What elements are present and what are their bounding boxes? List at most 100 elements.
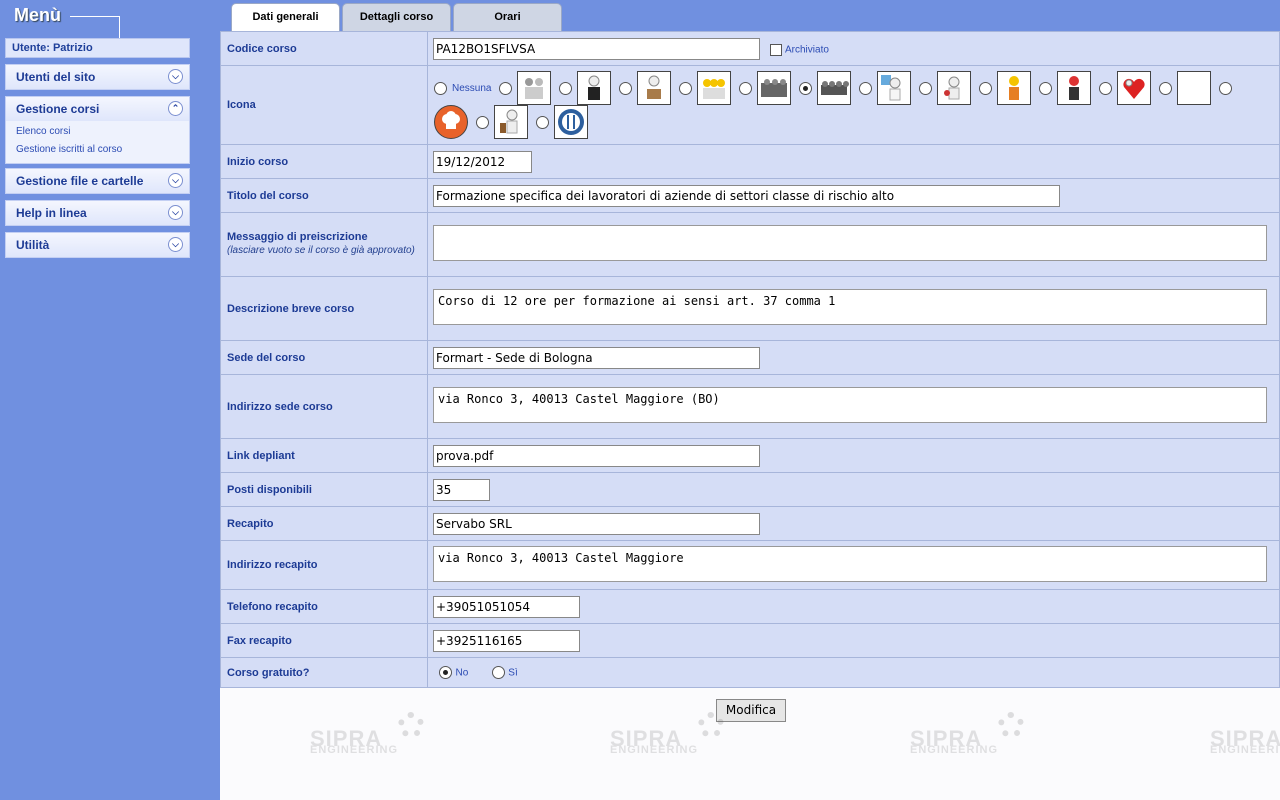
- businessman-icon[interactable]: [577, 71, 612, 105]
- sidebar-section-gestione-file[interactable]: Gestione file e cartelle ⌵: [5, 168, 190, 194]
- field-label: Icona: [220, 65, 428, 145]
- field-label: Posti disponibili: [220, 472, 428, 507]
- watermark-logo: SIPRAENGINEERING: [1210, 726, 1280, 756]
- field-label: Fax recapito: [220, 623, 428, 658]
- sidebar-section-header[interactable]: Utilità ⌵: [6, 233, 189, 257]
- tab-dettagli-corso[interactable]: Dettagli corso: [342, 3, 451, 31]
- sede-corso-input[interactable]: [433, 346, 760, 369]
- icon-radio[interactable]: [476, 115, 489, 129]
- crowd-icon[interactable]: [757, 71, 792, 105]
- inizio-corso-input[interactable]: [433, 150, 532, 173]
- icon-radio[interactable]: [499, 81, 513, 95]
- field-label: Telefono recapito: [220, 589, 428, 624]
- restaurant-icon[interactable]: [554, 105, 588, 139]
- descrizione-breve-textarea[interactable]: Corso di 12 ore per formazione ai sensi …: [433, 289, 1267, 325]
- field-hint: (lasciare vuoto se il corso è già approv…: [227, 245, 415, 256]
- icon-radio[interactable]: [559, 81, 573, 95]
- icon-radio[interactable]: [536, 115, 549, 129]
- workers-team-icon[interactable]: [697, 71, 732, 105]
- field-label: Messaggio di preiscrizione: [227, 231, 368, 243]
- crowd-selected-icon[interactable]: [817, 71, 852, 105]
- menu-title: Menù: [14, 5, 61, 25]
- chevron-down-icon[interactable]: ⌵: [168, 237, 183, 252]
- cleaner-icon[interactable]: [494, 105, 528, 139]
- icon-picker: Nessuna: [428, 67, 1268, 143]
- chevron-up-icon[interactable]: ⌃: [168, 101, 183, 116]
- form-row-fax: Fax recapito: [220, 623, 1280, 658]
- sidebar-section-label: Gestione file e cartelle: [16, 174, 144, 188]
- form-row-recapito: Recapito: [220, 506, 1280, 541]
- painter-icon[interactable]: [877, 71, 912, 105]
- tab-dati-generali[interactable]: Dati generali: [231, 3, 340, 31]
- icon-radio[interactable]: [1039, 81, 1053, 95]
- workers-group-icon[interactable]: [517, 71, 552, 105]
- field-label: Titolo del corso: [220, 178, 428, 213]
- icon-radio[interactable]: [619, 81, 633, 95]
- icon-radio[interactable]: [679, 81, 693, 95]
- chevron-down-icon[interactable]: ⌵: [168, 205, 183, 220]
- telefono-recapito-input[interactable]: [433, 595, 580, 618]
- sidebar-section-header[interactable]: Gestione corsi ⌃: [6, 97, 189, 121]
- sidebar: Menù Utente: Patrizio Utenti del sito ⌵ …: [0, 0, 220, 800]
- main-content: Dati generali Dettagli corso Orari Codic…: [220, 0, 1280, 800]
- blank-icon[interactable]: [1177, 71, 1212, 105]
- construction-worker-icon[interactable]: [997, 71, 1032, 105]
- sidebar-section-utilita[interactable]: Utilità ⌵: [5, 232, 190, 258]
- icon-radio[interactable]: [919, 81, 933, 95]
- indirizzo-recapito-textarea[interactable]: via Ronco 3, 40013 Castel Maggiore: [433, 545, 1267, 582]
- gratuito-si-label: Sì: [508, 667, 518, 679]
- field-label: Recapito: [220, 506, 428, 541]
- field-label: Inizio corso: [220, 144, 428, 179]
- sidebar-section-help[interactable]: Help in linea ⌵: [5, 200, 190, 226]
- archiviato-label: Archiviato: [785, 44, 829, 55]
- link-depliant-input[interactable]: [433, 444, 760, 467]
- chevron-down-icon[interactable]: ⌵: [168, 173, 183, 188]
- sidebar-item-elenco-corsi[interactable]: Elenco corsi: [16, 123, 179, 141]
- icon-radio[interactable]: [979, 81, 993, 95]
- form-row-indirizzo-recapito: Indirizzo recapito via Ronco 3, 40013 Ca…: [220, 540, 1280, 590]
- form-row-telefono: Telefono recapito: [220, 589, 1280, 624]
- mechanic-icon[interactable]: [937, 71, 972, 105]
- watermark-logo: SIPRAENGINEERING: [910, 712, 1040, 762]
- firefighter-icon[interactable]: [1057, 71, 1092, 105]
- icon-radio-none[interactable]: [434, 81, 447, 95]
- icon-radio[interactable]: [739, 81, 753, 95]
- gratuito-no-radio[interactable]: [439, 666, 452, 680]
- gratuito-si-radio[interactable]: [491, 666, 505, 680]
- icon-radio[interactable]: [859, 81, 873, 95]
- field-label: Indirizzo recapito: [220, 540, 428, 590]
- worker-sitting-icon[interactable]: [637, 71, 672, 105]
- field-label: Indirizzo sede corso: [220, 374, 428, 439]
- form-row-icona: Icona Nessuna: [220, 65, 1280, 145]
- sidebar-item-gestione-iscritti[interactable]: Gestione iscritti al corso: [16, 141, 179, 159]
- recapito-input[interactable]: [433, 512, 760, 535]
- watermark-logo: SIPRAENGINEERING: [610, 712, 740, 762]
- tab-bar: Dati generali Dettagli corso Orari: [220, 0, 1280, 31]
- chef-hat-icon[interactable]: [434, 105, 468, 139]
- form-row-indirizzo-sede: Indirizzo sede corso via Ronco 3, 40013 …: [220, 374, 1280, 439]
- current-user: Utente: Patrizio: [5, 38, 190, 58]
- course-form: Codice corso Archiviato Icona Nessuna: [220, 31, 1280, 688]
- tab-orari[interactable]: Orari: [453, 3, 562, 31]
- titolo-corso-input[interactable]: [433, 184, 1060, 207]
- sidebar-section-gestione-corsi[interactable]: Gestione corsi ⌃ Elenco corsi Gestione i…: [5, 96, 190, 164]
- heart-rescue-icon[interactable]: [1117, 71, 1152, 105]
- icon-radio[interactable]: [1219, 81, 1233, 95]
- form-row-messaggio: Messaggio di preiscrizione (lasciare vuo…: [220, 212, 1280, 277]
- icon-radio-selected[interactable]: [799, 81, 813, 95]
- messaggio-preiscrizione-textarea[interactable]: [433, 225, 1267, 261]
- fax-recapito-input[interactable]: [433, 629, 580, 652]
- archiviato-checkbox[interactable]: [769, 43, 782, 56]
- indirizzo-sede-textarea[interactable]: via Ronco 3, 40013 Castel Maggiore (BO): [433, 387, 1267, 423]
- chevron-down-icon[interactable]: ⌵: [168, 69, 183, 84]
- sidebar-section-header[interactable]: Utenti del sito ⌵: [6, 65, 189, 89]
- sidebar-section-header[interactable]: Gestione file e cartelle ⌵: [6, 169, 189, 193]
- icon-none-label: Nessuna: [452, 82, 492, 94]
- icon-radio[interactable]: [1099, 81, 1113, 95]
- sidebar-section-utenti[interactable]: Utenti del sito ⌵: [5, 64, 190, 90]
- icon-radio[interactable]: [1159, 81, 1173, 95]
- posti-disponibili-input[interactable]: [433, 478, 490, 501]
- codice-corso-input[interactable]: [433, 37, 760, 60]
- icon-option-none[interactable]: Nessuna: [434, 71, 491, 105]
- sidebar-section-header[interactable]: Help in linea ⌵: [6, 201, 189, 225]
